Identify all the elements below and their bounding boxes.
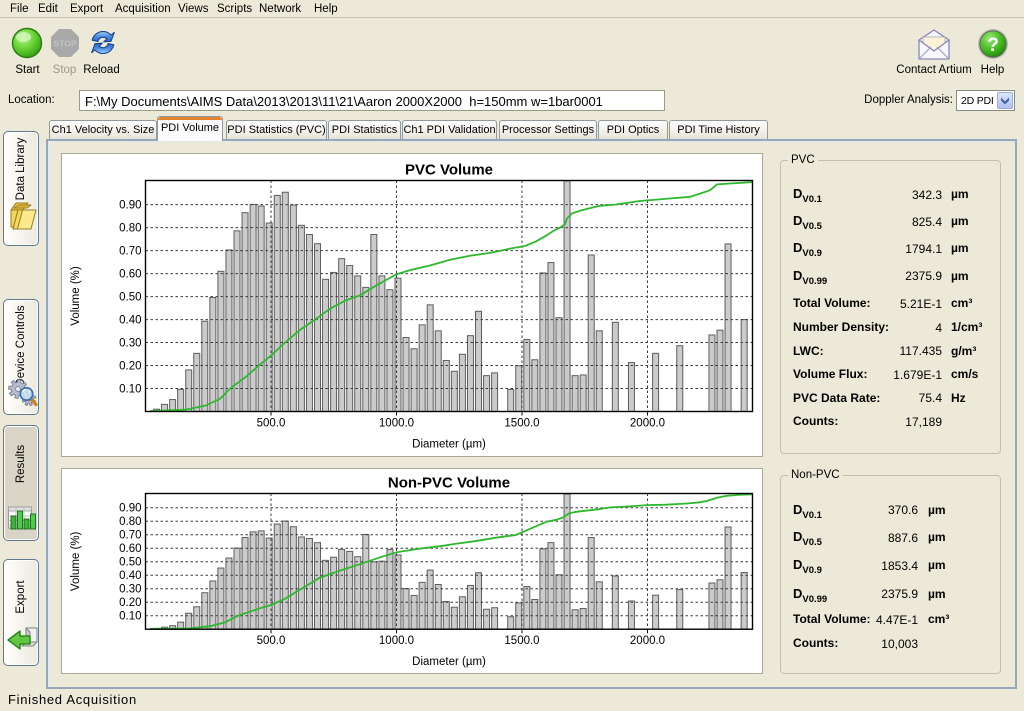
svg-text:500.0: 500.0 [257,635,286,647]
svg-text:1500.0: 1500.0 [504,418,539,430]
svg-text:Diameter (µm): Diameter (µm) [412,439,486,451]
svg-text:STOP: STOP [54,39,77,49]
svg-text:Diameter (µm): Diameter (µm) [412,656,486,668]
svg-text:500.0: 500.0 [257,418,286,430]
svg-text:0.20: 0.20 [119,360,141,372]
svg-text:0.10: 0.10 [119,383,141,395]
svg-text:0.50: 0.50 [119,557,141,569]
svg-text:1500.0: 1500.0 [504,635,539,647]
svg-text:0.70: 0.70 [119,245,141,257]
svg-text:0.30: 0.30 [119,584,141,596]
svg-text:0.80: 0.80 [119,516,141,528]
svg-text:0.50: 0.50 [119,291,141,303]
svg-text:0.20: 0.20 [119,597,141,609]
svg-text:0.70: 0.70 [119,530,141,542]
svg-text:0.30: 0.30 [119,337,141,349]
svg-text:1000.0: 1000.0 [379,635,414,647]
svg-text:0.60: 0.60 [119,268,141,280]
svg-text:2000.0: 2000.0 [630,418,665,430]
svg-text:Volume (%): Volume (%) [70,531,82,591]
svg-text:0.80: 0.80 [119,222,141,234]
svg-text:2000.0: 2000.0 [630,635,665,647]
svg-text:Volume (%): Volume (%) [70,266,82,326]
svg-text:PVC Volume: PVC Volume [405,162,493,179]
svg-text:0.40: 0.40 [119,314,141,326]
svg-text:0.10: 0.10 [119,611,141,623]
svg-text:0.90: 0.90 [119,503,141,515]
svg-text:0.90: 0.90 [119,199,141,211]
svg-text:Non-PVC Volume: Non-PVC Volume [388,475,510,492]
svg-text:?: ? [987,35,999,56]
svg-text:0.60: 0.60 [119,543,141,555]
svg-text:1000.0: 1000.0 [379,418,414,430]
svg-text:0.40: 0.40 [119,570,141,582]
